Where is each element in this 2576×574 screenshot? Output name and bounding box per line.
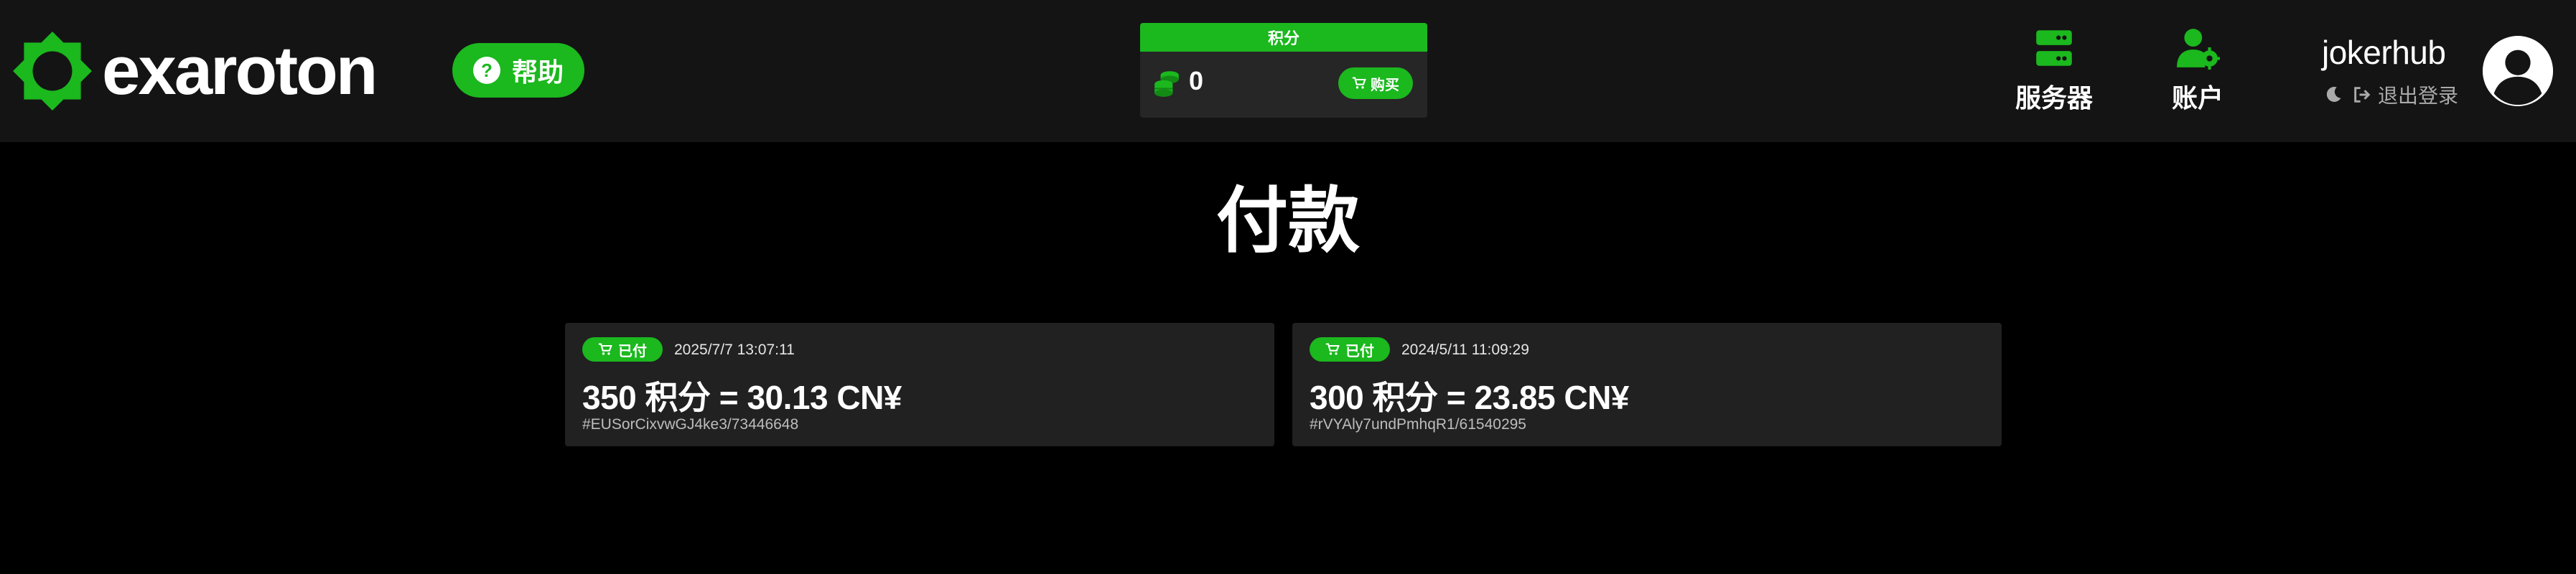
brand-name: exaroton bbox=[102, 32, 378, 109]
server-icon bbox=[2036, 30, 2072, 66]
top-navigation-bar: exaroton ? 帮助 积分 0 购买 服务器 账户 jokerhub 退出… bbox=[0, 0, 2576, 142]
question-circle-icon: ? bbox=[472, 57, 500, 84]
avatar[interactable] bbox=[2483, 36, 2553, 106]
status-label: 已付 bbox=[618, 343, 647, 359]
payment-amount: 300 积分 = 23.85 CN¥ bbox=[1310, 379, 1629, 416]
credits-widget: 积分 0 购买 bbox=[1140, 23, 1427, 118]
nav-servers[interactable]: 服务器 bbox=[2015, 26, 2094, 115]
cart-icon bbox=[1352, 77, 1366, 89]
payment-reference: #rVYAly7undPmhqR1/61540295 bbox=[1310, 416, 1526, 433]
logout-link[interactable]: 退出登录 bbox=[2352, 80, 2458, 109]
cart-icon bbox=[598, 343, 612, 355]
payment-amount: 350 积分 = 30.13 CN¥ bbox=[582, 379, 902, 416]
exaroton-logo-icon bbox=[13, 32, 92, 110]
credits-amount: 0 bbox=[1189, 66, 1204, 95]
payment-reference: #EUSorCixvwGJ4ke3/73446648 bbox=[582, 416, 799, 433]
user-gear-icon bbox=[2177, 29, 2220, 70]
help-label: 帮助 bbox=[511, 57, 564, 87]
nav-account[interactable]: 账户 bbox=[2151, 26, 2244, 115]
nav-servers-label: 服务器 bbox=[2015, 83, 2093, 113]
sign-out-icon bbox=[2354, 87, 2371, 103]
coins-icon bbox=[1154, 71, 1179, 97]
buy-label: 购买 bbox=[1371, 77, 1399, 93]
username: jokerhub bbox=[2322, 34, 2446, 71]
status-badge: 已付 bbox=[1310, 337, 1390, 362]
payment-card: 已付 2024/5/11 11:09:29 300 积分 = 23.85 CN¥… bbox=[1292, 323, 2002, 446]
status-badge: 已付 bbox=[582, 337, 663, 362]
page-title: 付款 bbox=[1216, 181, 1360, 261]
payment-card: 已付 2025/7/7 13:07:11 350 积分 = 30.13 CN¥ … bbox=[565, 323, 1274, 446]
brand-logo[interactable]: exaroton bbox=[13, 32, 378, 110]
user-circle-icon bbox=[2483, 36, 2553, 106]
cart-icon bbox=[1325, 343, 1340, 355]
user-actions: 退出登录 bbox=[2323, 80, 2458, 109]
buy-credits-button[interactable]: 购买 bbox=[1338, 67, 1413, 99]
help-button[interactable]: ? 帮助 bbox=[452, 43, 584, 98]
moon-icon[interactable] bbox=[2323, 85, 2343, 105]
status-label: 已付 bbox=[1345, 343, 1374, 359]
nav-account-label: 账户 bbox=[2171, 83, 2223, 113]
payment-date: 2024/5/11 11:09:29 bbox=[1401, 342, 1529, 358]
payment-date: 2025/7/7 13:07:11 bbox=[674, 342, 795, 358]
credits-title: 积分 bbox=[1140, 23, 1427, 52]
logout-label: 退出登录 bbox=[2378, 85, 2459, 107]
